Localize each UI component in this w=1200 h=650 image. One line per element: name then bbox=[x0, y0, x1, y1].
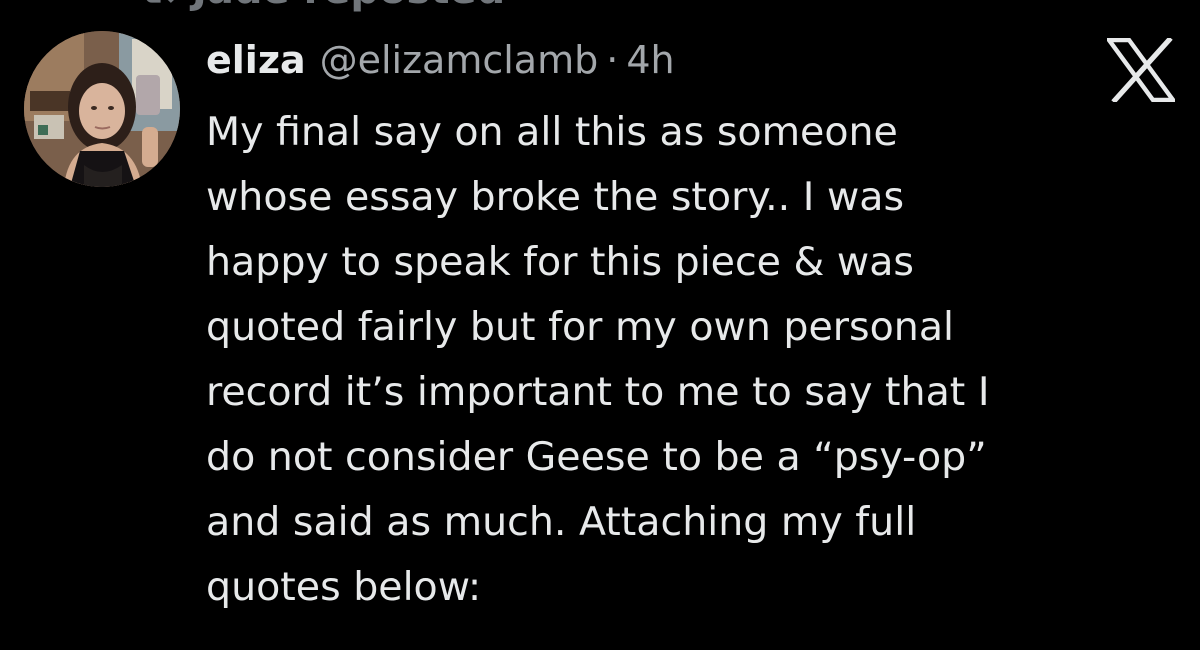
tweet-text-line: and said as much. Attaching my full bbox=[206, 499, 917, 545]
tweet-text-line: My final say on all this as someone bbox=[206, 109, 898, 155]
x-logo-icon bbox=[1107, 38, 1175, 102]
tweet[interactable]: eliza @elizamclamb · 4h My final say on … bbox=[0, 0, 1200, 650]
display-name[interactable]: eliza bbox=[206, 34, 306, 86]
profile-photo bbox=[24, 31, 180, 187]
author-avatar[interactable] bbox=[24, 31, 180, 187]
separator-dot: · bbox=[606, 38, 619, 82]
tweet-text-line: whose essay broke the story.. I was bbox=[206, 174, 905, 220]
tweet-text-line: quotes below: bbox=[206, 564, 482, 610]
tweet-text-line: happy to speak for this piece & was bbox=[206, 239, 914, 285]
tweet-text-line: do not consider Geese to be a “psy-op” bbox=[206, 434, 987, 480]
tweet-text-line: record it’s important to me to say that … bbox=[206, 369, 990, 415]
tweet-text: My final say on all this as someone whos… bbox=[206, 100, 1146, 620]
tweet-text-line: quoted fairly but for my own personal bbox=[206, 304, 954, 350]
tweet-header: eliza @elizamclamb · 4h bbox=[206, 34, 675, 86]
timestamp[interactable]: 4h bbox=[626, 34, 674, 86]
user-handle[interactable]: @elizamclamb bbox=[320, 34, 599, 86]
